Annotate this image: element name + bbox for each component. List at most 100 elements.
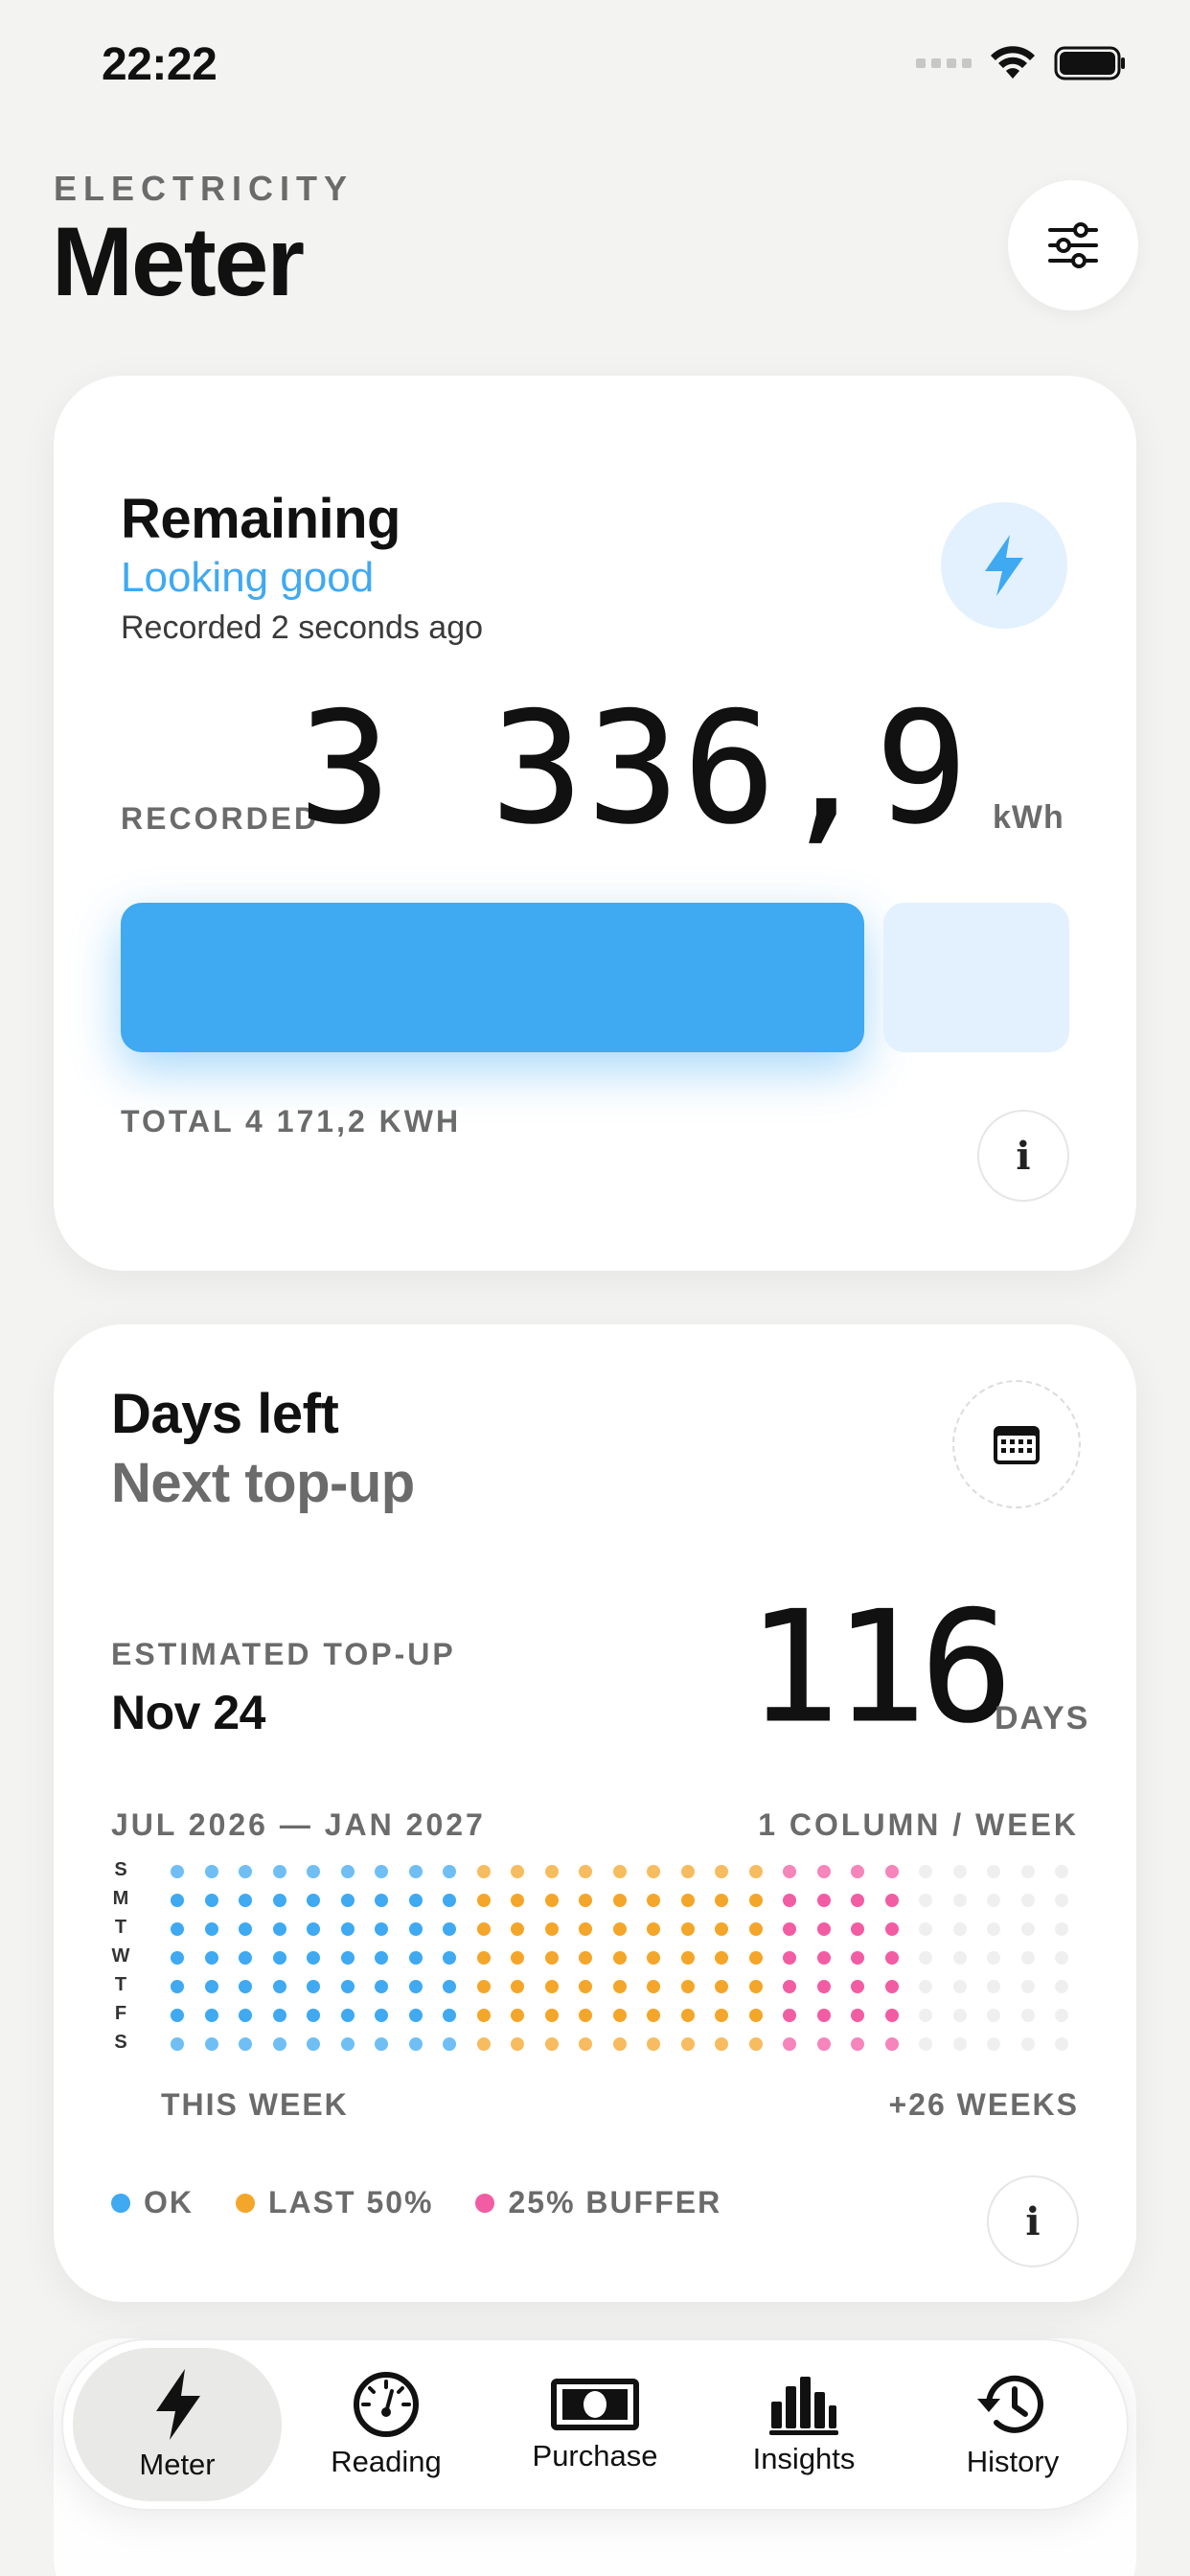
week-dot-empty <box>1020 1865 1035 1878</box>
tab-insights[interactable]: Insights <box>699 2348 908 2501</box>
week-dot-empty <box>919 1922 932 1936</box>
week-dot-ok <box>340 2009 355 2022</box>
legend-dot-ok <box>111 2193 130 2213</box>
week-dot-empty <box>1055 2037 1068 2051</box>
info-icon: i <box>1016 1133 1031 1179</box>
week-dot-buffer <box>884 1865 899 1878</box>
week-dot-empty <box>919 1951 932 1965</box>
week-dot-ok <box>272 1865 286 1878</box>
week-dot-last50 <box>579 1922 592 1936</box>
week-dot-ok <box>375 2037 388 2051</box>
week-dot-empty <box>1055 1980 1068 1993</box>
week-dot-ok <box>340 1980 355 1993</box>
week-dot-last50 <box>511 2009 524 2022</box>
week-dot-ok <box>408 1922 423 1936</box>
week-dot-ok <box>239 1980 252 1993</box>
week-dot-buffer <box>783 1865 796 1878</box>
week-dot-ok <box>239 2009 252 2022</box>
week-dot-buffer <box>884 1922 899 1936</box>
remaining-value: 3 336,9 <box>298 678 972 858</box>
week-dot-last50 <box>680 2009 695 2022</box>
tab-reading[interactable]: Reading <box>282 2348 491 2501</box>
settings-button[interactable] <box>1008 180 1138 310</box>
week-dot-empty <box>1055 1865 1068 1878</box>
remaining-info-button[interactable]: i <box>977 1110 1069 1202</box>
tab-history[interactable]: History <box>908 2348 1117 2501</box>
grid-end-label: +26 WEEKS <box>888 2087 1079 2122</box>
week-dot-last50 <box>544 1894 559 1907</box>
week-dot-ok <box>204 1922 218 1936</box>
days-left-card: Days left Next top-up ESTIMATED TOP-UP N… <box>54 1324 1136 2302</box>
week-dot-empty <box>919 2009 932 2022</box>
week-dot-ok <box>375 1951 388 1965</box>
clock-history-icon <box>977 2375 1043 2433</box>
week-dot-buffer <box>816 2037 831 2051</box>
week-dot-last50 <box>715 1894 728 1907</box>
week-dot-last50 <box>476 1951 491 1965</box>
bolt-badge[interactable] <box>941 502 1067 629</box>
week-dot-ok <box>272 1894 286 1907</box>
banknote-icon <box>551 2379 639 2430</box>
week-dot-last50 <box>579 1980 592 1993</box>
week-dot-ok <box>171 1922 184 1936</box>
weekday-label: F <box>114 2003 127 2024</box>
week-dot-ok <box>171 2009 184 2022</box>
week-dot-buffer <box>851 2037 864 2051</box>
week-dot-ok <box>408 1894 423 1907</box>
calendar-button[interactable] <box>952 1380 1081 1508</box>
weekday-label: W <box>111 1945 130 1966</box>
week-dot-buffer <box>783 1980 796 1993</box>
week-dot-ok <box>375 2009 388 2022</box>
calendar-icon <box>994 1426 1040 1464</box>
tab-purchase[interactable]: Purchase <box>491 2348 699 2501</box>
legend-label: OK <box>144 2185 194 2220</box>
weekday-label: S <box>114 2032 127 2053</box>
week-dot-last50 <box>612 1951 627 1965</box>
week-dot-ok <box>375 1894 388 1907</box>
week-dot-last50 <box>715 1922 728 1936</box>
status-time: 22:22 <box>102 39 217 90</box>
weekday-label: S <box>114 1859 127 1880</box>
week-dot-ok <box>307 1980 320 1993</box>
week-dot-ok <box>443 1980 456 1993</box>
week-dot-empty <box>987 1980 1000 1993</box>
week-dot-last50 <box>680 1922 695 1936</box>
week-dot-buffer <box>783 1951 796 1965</box>
week-dot-ok <box>204 1894 218 1907</box>
bolt-icon <box>985 535 1023 596</box>
week-dot-ok <box>171 1865 184 1878</box>
week-dot-buffer <box>816 1980 831 1993</box>
days-info-button[interactable]: i <box>987 2175 1079 2267</box>
week-dot-last50 <box>579 2009 592 2022</box>
week-dot-last50 <box>748 1865 763 1878</box>
bolt-icon <box>156 2369 200 2440</box>
week-dot-last50 <box>680 1865 695 1878</box>
week-dot-empty <box>919 1865 932 1878</box>
estimated-topup-date: Nov 24 <box>111 1686 265 1739</box>
week-dot-ok <box>239 1894 252 1907</box>
info-icon: i <box>1025 2198 1041 2244</box>
week-dot-last50 <box>680 1894 695 1907</box>
tab-meter[interactable]: Meter <box>73 2348 282 2501</box>
tab-label: Reading <box>331 2445 442 2478</box>
week-dot-empty <box>919 2037 932 2051</box>
week-dot-ok <box>204 1865 218 1878</box>
week-dot-empty <box>1020 1980 1035 1993</box>
week-dot-ok <box>307 1922 320 1936</box>
tab-bar: Meter Reading Purchase Insights History <box>61 2338 1129 2511</box>
week-dot-last50 <box>612 2009 627 2022</box>
page-eyebrow: ELECTRICITY <box>54 169 355 208</box>
week-dot-last50 <box>579 2037 592 2051</box>
week-dot-ok <box>204 1951 218 1965</box>
week-dot-empty <box>1020 1894 1035 1907</box>
week-dot-ok <box>307 1894 320 1907</box>
week-dot-last50 <box>612 2037 627 2051</box>
week-dot-last50 <box>715 1951 728 1965</box>
week-dot-last50 <box>748 1894 763 1907</box>
week-dot-last50 <box>612 1980 627 1993</box>
week-dot-last50 <box>511 1894 524 1907</box>
week-dot-empty <box>987 2037 1000 2051</box>
week-dot-last50 <box>476 1894 491 1907</box>
week-dot-last50 <box>476 2009 491 2022</box>
week-dot-empty <box>1055 1922 1068 1936</box>
